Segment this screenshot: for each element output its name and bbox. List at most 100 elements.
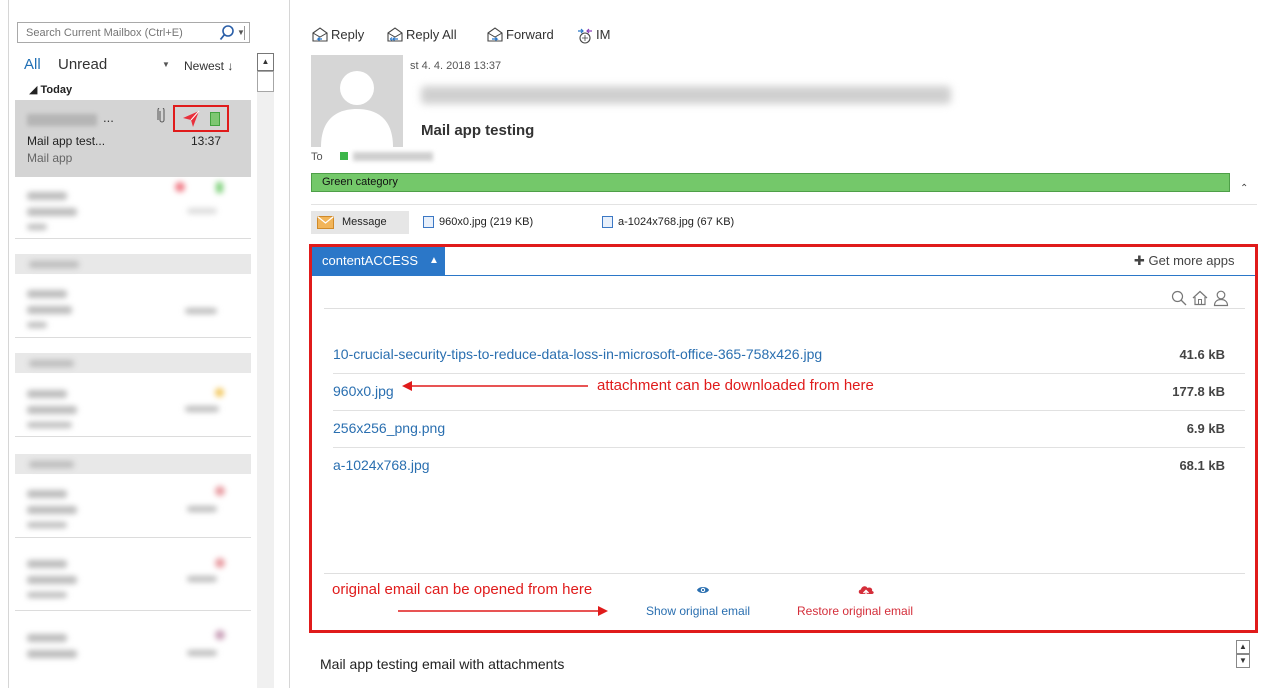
annotation-attachment: attachment can be downloaded from here (402, 377, 1022, 397)
blurred-subject (27, 650, 77, 658)
blurred-subject (27, 208, 77, 216)
blurred-flag-icon (215, 486, 225, 496)
im-button[interactable]: IM (576, 26, 620, 46)
group-header-blurred[interactable] (15, 353, 251, 373)
group-header-blurred[interactable] (15, 254, 251, 274)
attachment-file[interactable]: a-1024x768.jpg (67 KB) (602, 216, 762, 230)
group-header-blurred[interactable] (15, 454, 251, 474)
user-icon[interactable] (1212, 289, 1230, 307)
search-scope-dropdown[interactable]: ▼ (233, 22, 250, 43)
sender-address-redacted (421, 86, 951, 104)
message-tab-label: Message (342, 216, 387, 228)
blurred-flag-icon (215, 630, 225, 640)
header-divider (311, 204, 1257, 205)
cloud-upload-icon[interactable] (857, 583, 875, 599)
search-box[interactable] (17, 22, 250, 43)
to-label: To (311, 151, 323, 163)
pane-divider (8, 0, 9, 688)
reply-button[interactable]: Reply (311, 26, 375, 46)
reply-all-button[interactable]: Reply All (386, 26, 474, 46)
blurred-flag-icon (215, 388, 224, 397)
addin-tab-label: contentACCESS (322, 253, 419, 268)
get-more-apps-link[interactable]: ✚ Get more apps (1134, 253, 1235, 269)
blurred-flag-icon (175, 182, 185, 192)
file-link[interactable]: a-1024x768.jpg (333, 457, 430, 473)
contentaccess-addin-panel: contentACCESS ▲ ✚ Get more apps 10-cruci… (309, 244, 1258, 633)
blurred-subject (27, 576, 77, 584)
category-bar[interactable]: Green category (311, 173, 1230, 192)
eye-icon[interactable] (696, 584, 710, 596)
search-icon[interactable] (1170, 289, 1188, 307)
file-size: 68.1 kB (1179, 458, 1225, 473)
reply-icon (312, 27, 328, 42)
recipient-redacted[interactable] (353, 152, 433, 161)
filter-unread[interactable]: Unread (58, 56, 107, 73)
row-divider (15, 610, 251, 611)
image-file-icon (423, 216, 434, 228)
blurred-preview (27, 422, 72, 428)
file-link[interactable]: 256x256_png.png (333, 420, 445, 436)
message-date: st 4. 4. 2018 13:37 (410, 60, 502, 72)
mail-preview: Mail app (27, 151, 73, 165)
attachment-file[interactable]: 960x0.jpg (219 KB) (423, 216, 563, 230)
highlight-box (173, 105, 229, 132)
list-scroll-up-button[interactable]: ▲ (257, 53, 274, 71)
body-scroll-down-button[interactable]: ▼ (1236, 654, 1250, 668)
blurred-sender (27, 290, 67, 298)
blurred-time (187, 576, 217, 582)
attachment-message-tab[interactable]: Message (311, 211, 409, 234)
group-header-today[interactable]: ◢ Today (15, 80, 251, 100)
list-scrollbar-track[interactable] (257, 92, 274, 688)
list-scrollbar-thumb[interactable] (257, 71, 274, 92)
home-icon[interactable] (1191, 289, 1209, 307)
table-row: a-1024x768.jpg 68.1 kB (333, 448, 1245, 485)
mail-subject: Mail app test... (27, 134, 106, 148)
search-input[interactable] (18, 23, 208, 42)
get-more-apps-label: Get more apps (1148, 253, 1235, 268)
attachment-file-name: a-1024x768.jpg (67 KB) (618, 216, 735, 228)
paperclip-icon (157, 108, 165, 123)
forward-button[interactable]: Forward (486, 26, 566, 46)
sender-ellipsis: ... (103, 110, 114, 125)
file-link[interactable]: 10-crucial-security-tips-to-reduce-data-… (333, 346, 822, 362)
restore-original-email-link[interactable]: Restore original email (797, 604, 913, 618)
row-divider (15, 337, 251, 338)
annotation-attachment-text: attachment can be downloaded from here (597, 377, 874, 394)
blurred-preview (27, 322, 47, 328)
blurred-category-icon (216, 182, 223, 193)
reply-all-label: Reply All (406, 27, 457, 42)
addin-tab-contentaccess[interactable]: contentACCESS ▲ (312, 247, 445, 275)
blurred-subject (27, 506, 77, 514)
blurred-time (185, 308, 217, 314)
blurred-sender (27, 390, 67, 398)
addin-footer-divider (324, 573, 1245, 574)
show-original-email-link[interactable]: Show original email (646, 604, 750, 618)
category-green-icon[interactable] (210, 112, 220, 126)
group-header-label: Today (40, 84, 73, 96)
addin-divider (324, 308, 1245, 309)
sort-chevron-down-icon[interactable]: ▼ (162, 60, 170, 69)
filter-row: All Unread ▼ Newest ↓ (24, 56, 254, 76)
annotation-original-text: original email can be opened from here (332, 581, 593, 598)
body-scroll-up-button[interactable]: ▲ (1236, 640, 1250, 654)
archived-flag-icon[interactable] (182, 110, 200, 128)
mail-list: ◢ Today ... Mail app test... 13:37 Mail … (15, 80, 251, 688)
file-link[interactable]: 960x0.jpg (333, 383, 394, 399)
annotation-arrow-left-icon (402, 381, 588, 391)
blurred-sender (27, 560, 67, 568)
file-size: 6.9 kB (1186, 421, 1225, 436)
list-item-selected[interactable]: ... Mail app test... 13:37 Mail app (15, 100, 251, 177)
table-row: 256x256_png.png 6.9 kB (333, 411, 1245, 448)
addin-tab-underline (312, 275, 1255, 276)
row-divider (15, 436, 251, 437)
sort-newest[interactable]: Newest ↓ (184, 59, 233, 73)
filter-all[interactable]: All (24, 56, 41, 73)
blurred-subject (27, 306, 72, 314)
attachment-file-name: 960x0.jpg (219 KB) (439, 216, 534, 228)
collapse-header-chevron-up-icon[interactable]: ⌃ (1240, 183, 1248, 194)
reading-pane: Reply Reply All Forward IM st 4. 4. 2018… (291, 0, 1273, 688)
chevron-up-icon: ▲ (429, 255, 439, 266)
presence-icon (340, 152, 348, 160)
attachments-bar: Message 960x0.jpg (219 KB) a-1024x768.jp… (311, 211, 931, 234)
message-body: Mail app testing email with attachments (320, 656, 565, 672)
